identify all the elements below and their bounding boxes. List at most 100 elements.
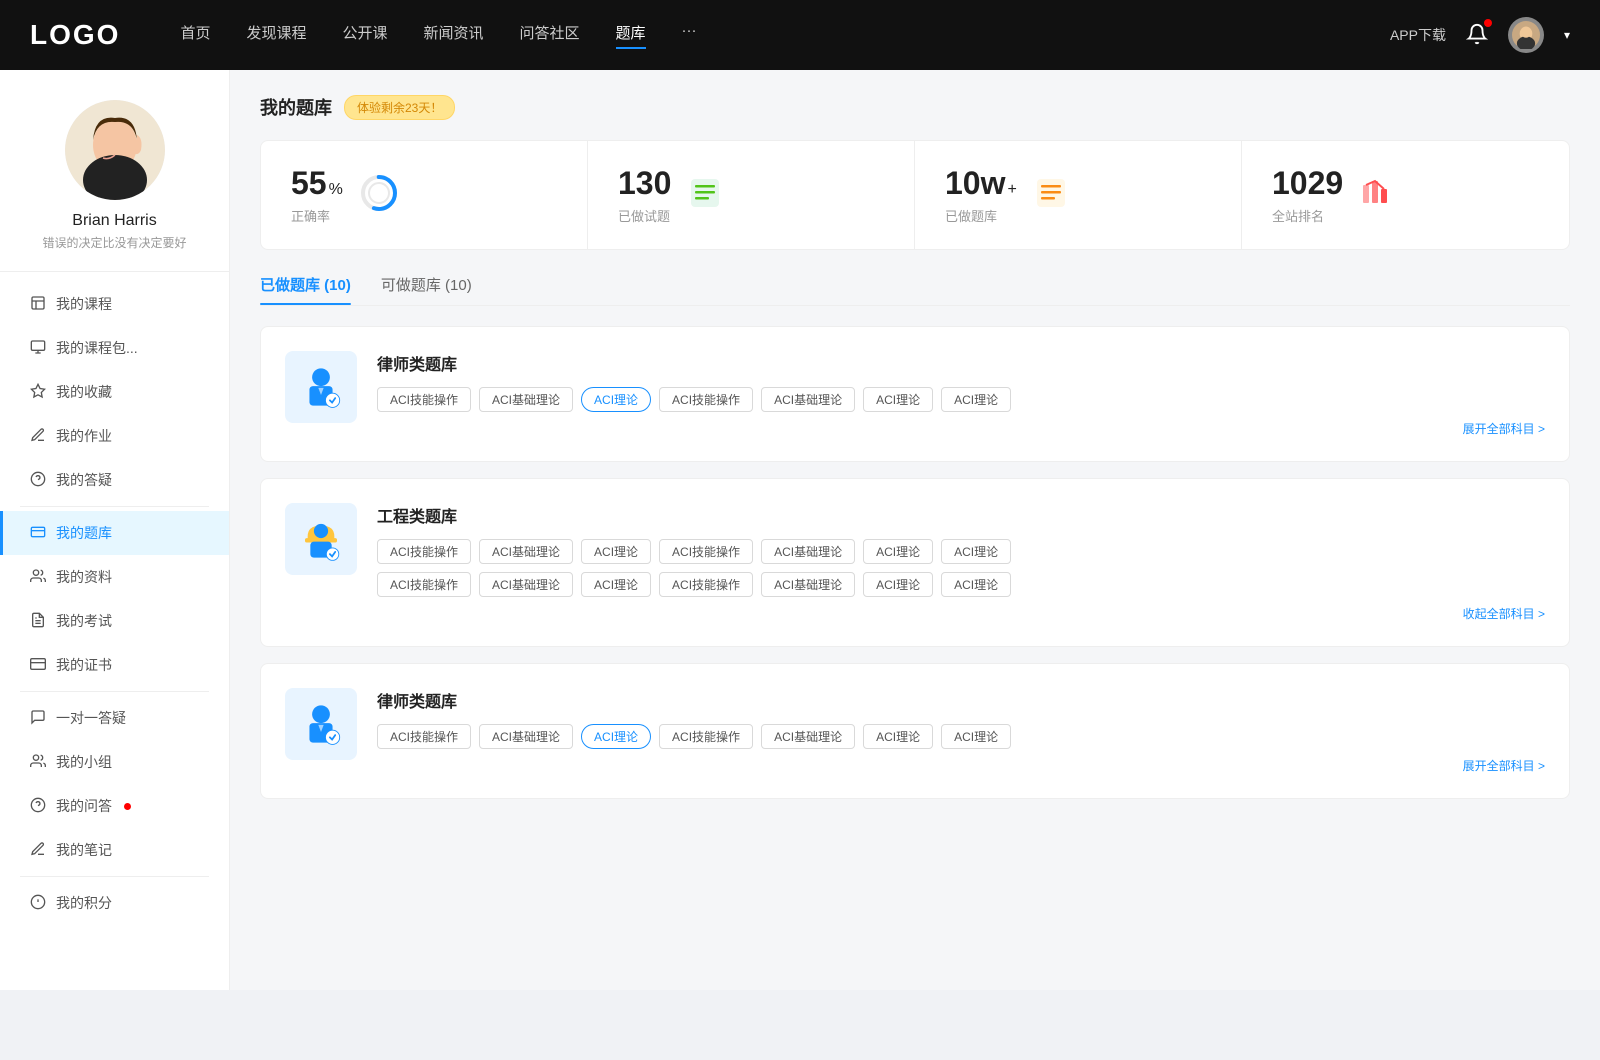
certificate-icon: [30, 656, 46, 675]
navbar: LOGO 首页 发现课程 公开课 新闻资讯 问答社区 题库 ··· APP下载: [0, 0, 1600, 70]
sidebar-item-my-points[interactable]: 我的积分: [0, 881, 229, 925]
bank-tag[interactable]: ACI基础理论: [479, 572, 573, 597]
bank-title-lawyer-1: 律师类题库: [377, 351, 1545, 375]
nav-menu: 首页 发现课程 公开课 新闻资讯 问答社区 题库 ···: [180, 22, 1390, 49]
bank-tag[interactable]: ACI基础理论: [479, 724, 573, 749]
nav-news[interactable]: 新闻资讯: [424, 22, 484, 49]
bank-tag[interactable]: ACI基础理论: [761, 724, 855, 749]
sidebar-item-my-bank[interactable]: 我的题库: [0, 511, 229, 555]
accuracy-unit: %: [329, 181, 343, 199]
user-avatar[interactable]: [1508, 17, 1544, 53]
bank-tag[interactable]: ACI技能操作: [659, 724, 753, 749]
bank-tag[interactable]: ACI理论: [581, 572, 651, 597]
sidebar-item-course-pack[interactable]: 我的课程包...: [0, 326, 229, 370]
sidebar-item-my-course[interactable]: 我的课程: [0, 282, 229, 326]
nav-open-course[interactable]: 公开课: [342, 22, 387, 49]
bank-tag-active[interactable]: ACI理论: [581, 387, 651, 412]
group-icon: [30, 753, 46, 772]
rank-icon: [1359, 175, 1395, 216]
user-dropdown-arrow[interactable]: ▾: [1564, 28, 1570, 42]
bank-title-lawyer-2: 律师类题库: [377, 688, 1545, 712]
bank-tag[interactable]: ACI技能操作: [659, 572, 753, 597]
stat-questions: 130 已做试题: [588, 141, 915, 249]
sidebar-divider-2: [20, 691, 209, 692]
bank-tag[interactable]: ACI理论: [941, 572, 1011, 597]
sidebar-item-homework[interactable]: 我的作业: [0, 414, 229, 458]
bank-tag[interactable]: ACI技能操作: [377, 539, 471, 564]
bank-tag[interactable]: ACI基础理论: [761, 539, 855, 564]
bank-tag[interactable]: ACI理论: [581, 539, 651, 564]
notification-bell[interactable]: [1466, 23, 1488, 48]
sidebar-profile: Brian Harris 错误的决定比没有决定要好: [0, 100, 229, 272]
course-pack-icon: [30, 339, 46, 358]
engineer-icon: [285, 503, 357, 575]
expand-link-lawyer-1[interactable]: 展开全部科目 >: [377, 420, 1545, 437]
page-header: 我的题库 体验剩余23天！: [260, 94, 1570, 120]
lawyer-icon-2: [285, 688, 357, 760]
sidebar-item-my-question[interactable]: 我的问答: [0, 784, 229, 828]
bank-tag[interactable]: ACI基础理论: [761, 387, 855, 412]
bank-tag[interactable]: ACI理论: [863, 572, 933, 597]
nav-exam[interactable]: 题库: [616, 22, 646, 49]
sidebar-item-my-qa[interactable]: 我的答疑: [0, 458, 229, 502]
page-layout: Brian Harris 错误的决定比没有决定要好 我的课程 我的课程包...: [0, 70, 1600, 990]
qa-icon: [30, 471, 46, 490]
bank-tag[interactable]: ACI技能操作: [659, 387, 753, 412]
banks-icon: [1033, 175, 1069, 216]
sidebar-item-my-info[interactable]: 我的资料: [0, 555, 229, 599]
bank-tag[interactable]: ACI理论: [941, 724, 1011, 749]
questions-icon: [687, 175, 723, 216]
bank-tag[interactable]: ACI技能操作: [377, 724, 471, 749]
questions-number: 130: [618, 165, 671, 202]
accuracy-label: 正确率: [291, 206, 343, 225]
notification-badge: [1484, 19, 1492, 27]
main-content: 我的题库 体验剩余23天！ 55 % 正确率: [230, 70, 1600, 990]
expand-link-lawyer-2[interactable]: 展开全部科目 >: [377, 757, 1545, 774]
nav-discover[interactable]: 发现课程: [246, 22, 306, 49]
sidebar-item-my-notes[interactable]: 我的笔记: [0, 828, 229, 872]
bank-tag[interactable]: ACI基础理论: [479, 539, 573, 564]
stat-accuracy: 55 % 正确率: [261, 141, 588, 249]
bank-tag[interactable]: ACI基础理论: [479, 387, 573, 412]
rank-label: 全站排名: [1272, 206, 1343, 225]
nav-home[interactable]: 首页: [180, 22, 210, 49]
bank-tags-lawyer-2: ACI技能操作 ACI基础理论 ACI理论 ACI技能操作 ACI基础理论 AC…: [377, 724, 1545, 749]
logo[interactable]: LOGO: [30, 19, 120, 51]
page-title: 我的题库: [260, 94, 332, 120]
collapse-link-engineer[interactable]: 收起全部科目 >: [377, 605, 1545, 622]
sidebar-item-1on1[interactable]: 一对一答疑: [0, 696, 229, 740]
star-icon: [30, 383, 46, 402]
question-icon: [30, 797, 46, 816]
lawyer-icon-1: [285, 351, 357, 423]
trial-badge: 体验剩余23天！: [344, 95, 455, 120]
nav-qa[interactable]: 问答社区: [520, 22, 580, 49]
bank-tag[interactable]: ACI理论: [863, 724, 933, 749]
banks-unit: +: [1007, 181, 1016, 199]
nav-more[interactable]: ···: [682, 22, 697, 49]
sidebar-menu: 我的课程 我的课程包... 我的收藏 我的作业: [0, 272, 229, 935]
sidebar-item-favorites[interactable]: 我的收藏: [0, 370, 229, 414]
bank-tag[interactable]: ACI理论: [863, 539, 933, 564]
bank-tag[interactable]: ACI技能操作: [659, 539, 753, 564]
bank-tag-active[interactable]: ACI理论: [581, 724, 651, 749]
stats-row: 55 % 正确率 130: [260, 140, 1570, 250]
profile-avatar[interactable]: [65, 100, 165, 200]
bank-tag[interactable]: ACI理论: [941, 539, 1011, 564]
bank-tag[interactable]: ACI基础理论: [761, 572, 855, 597]
sidebar-divider-1: [20, 506, 209, 507]
accuracy-icon: [359, 173, 399, 218]
tab-available[interactable]: 可做题库 (10): [381, 274, 472, 305]
bank-card-engineer: 工程类题库 ACI技能操作 ACI基础理论 ACI理论 ACI技能操作 ACI基…: [260, 478, 1570, 647]
bank-tag[interactable]: ACI技能操作: [377, 572, 471, 597]
bank-tag[interactable]: ACI理论: [863, 387, 933, 412]
sidebar-divider-3: [20, 876, 209, 877]
bank-tag[interactable]: ACI理论: [941, 387, 1011, 412]
bank-tag[interactable]: ACI技能操作: [377, 387, 471, 412]
app-download-link[interactable]: APP下载: [1390, 25, 1446, 45]
notes-icon: [30, 841, 46, 860]
tab-done[interactable]: 已做题库 (10): [260, 274, 351, 305]
sidebar-item-my-exam[interactable]: 我的考试: [0, 599, 229, 643]
sidebar-item-my-group[interactable]: 我的小组: [0, 740, 229, 784]
exam-icon: [30, 612, 46, 631]
sidebar-item-certificate[interactable]: 我的证书: [0, 643, 229, 687]
